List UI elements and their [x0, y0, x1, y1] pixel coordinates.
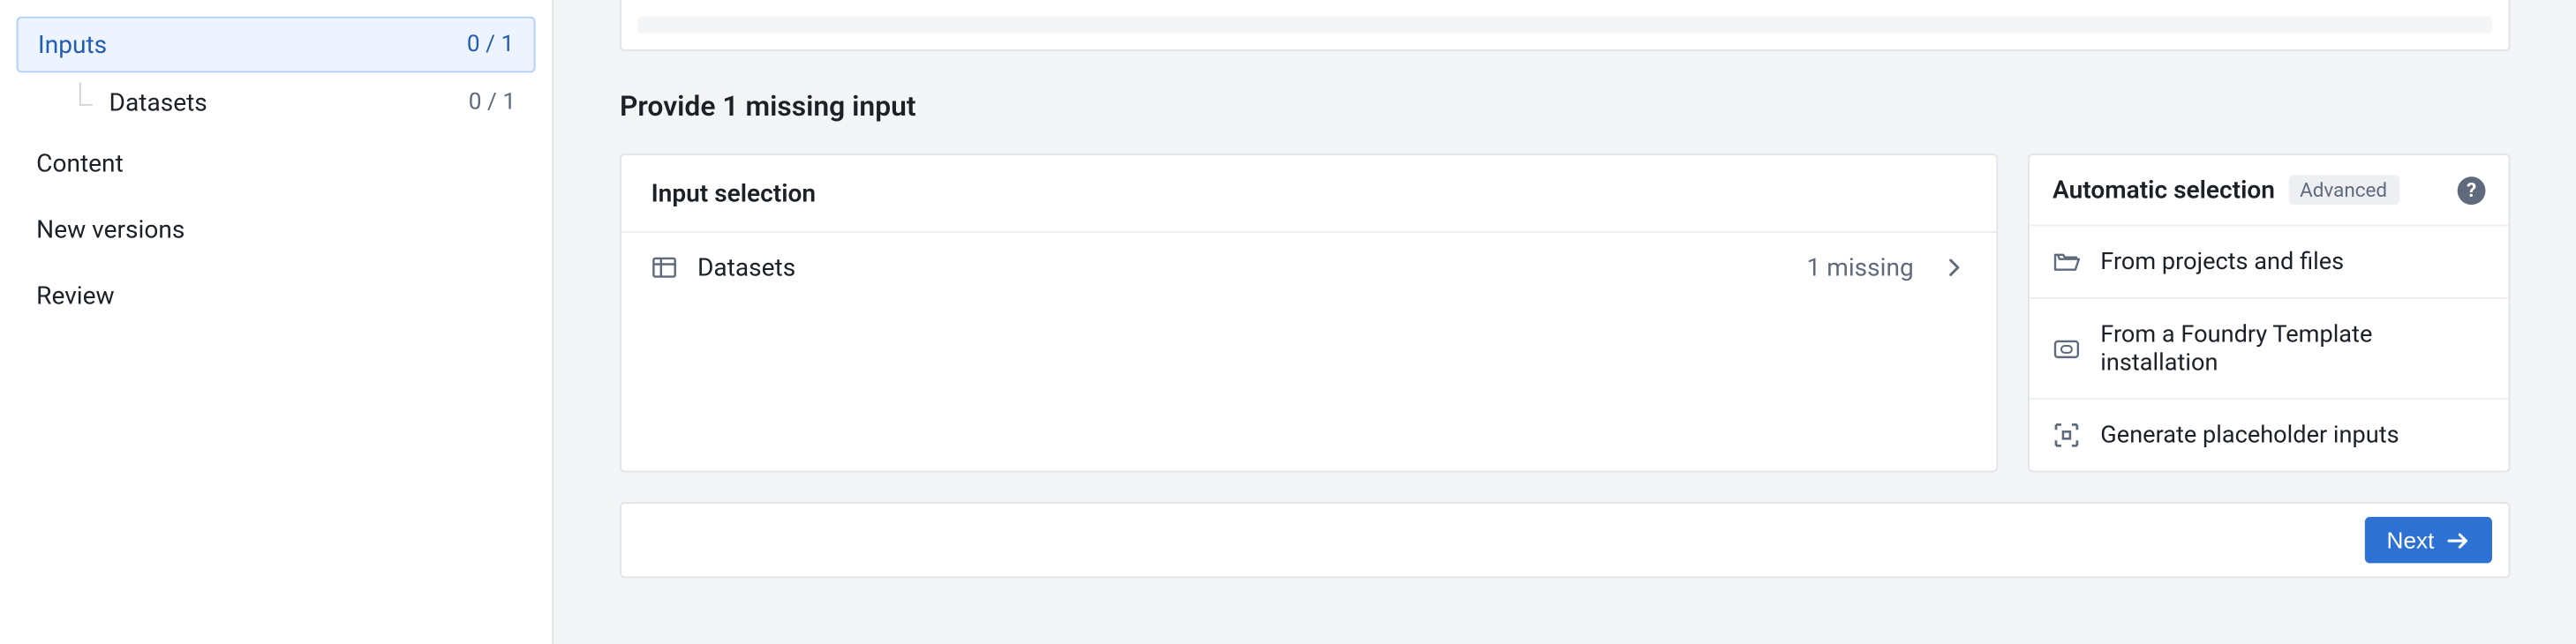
- help-icon[interactable]: ?: [2458, 176, 2486, 204]
- footer-card: Next: [620, 502, 2511, 578]
- automatic-selection-card: Automatic selection Advanced ? From proj…: [2028, 154, 2511, 472]
- input-row-datasets[interactable]: Datasets 1 missing: [621, 233, 1997, 303]
- sidebar-subitem-count: 0 / 1: [469, 89, 516, 116]
- placeholder-bar: [638, 17, 2492, 34]
- input-selection-card: Input selection Datasets 1 missing: [620, 154, 1998, 472]
- link-icon: [2053, 334, 2081, 363]
- input-row-status: 1 missing: [1806, 252, 1913, 282]
- sidebar-item-inputs[interactable]: Inputs 0 / 1: [17, 17, 536, 73]
- folder-open-icon: [2053, 248, 2081, 276]
- next-button[interactable]: Next: [2365, 517, 2492, 563]
- sidebar-item-new-versions[interactable]: New versions: [17, 198, 536, 261]
- main-content: Provide 1 missing input Input selection …: [554, 0, 2576, 644]
- top-card: [620, 0, 2511, 51]
- auto-item-label: From a Foundry Template installation: [2100, 320, 2485, 377]
- table-icon: [652, 254, 678, 281]
- auto-item-label: From projects and files: [2100, 248, 2344, 276]
- chevron-right-icon: [1943, 256, 1966, 279]
- auto-item-projects-files[interactable]: From projects and files: [2030, 226, 2509, 298]
- sidebar-item-count: 0 / 1: [467, 32, 514, 58]
- advanced-badge: Advanced: [2288, 175, 2399, 205]
- sidebar-subitem-label: Datasets: [109, 87, 207, 117]
- automatic-selection-title: Automatic selection: [2053, 175, 2275, 205]
- generate-icon: [2053, 421, 2081, 449]
- tree-connector-icon: [79, 83, 93, 106]
- sidebar: Inputs 0 / 1 Datasets 0 / 1 Content New …: [0, 0, 554, 644]
- sidebar-subitem-datasets[interactable]: Datasets 0 / 1: [30, 76, 536, 129]
- input-selection-header: Input selection: [621, 155, 1997, 233]
- input-row-label: Datasets: [697, 252, 795, 282]
- section-title: Provide 1 missing input: [620, 91, 2511, 124]
- auto-item-template-install[interactable]: From a Foundry Template installation: [2030, 299, 2509, 400]
- next-button-label: Next: [2387, 527, 2435, 553]
- arrow-right-icon: [2446, 528, 2471, 552]
- sidebar-item-review[interactable]: Review: [17, 265, 536, 327]
- auto-item-generate-placeholder[interactable]: Generate placeholder inputs: [2030, 400, 2509, 470]
- automatic-selection-header: Automatic selection Advanced ?: [2030, 155, 2509, 226]
- auto-item-label: Generate placeholder inputs: [2100, 421, 2399, 449]
- sidebar-item-content[interactable]: Content: [17, 132, 536, 195]
- sidebar-item-label: Inputs: [38, 30, 107, 60]
